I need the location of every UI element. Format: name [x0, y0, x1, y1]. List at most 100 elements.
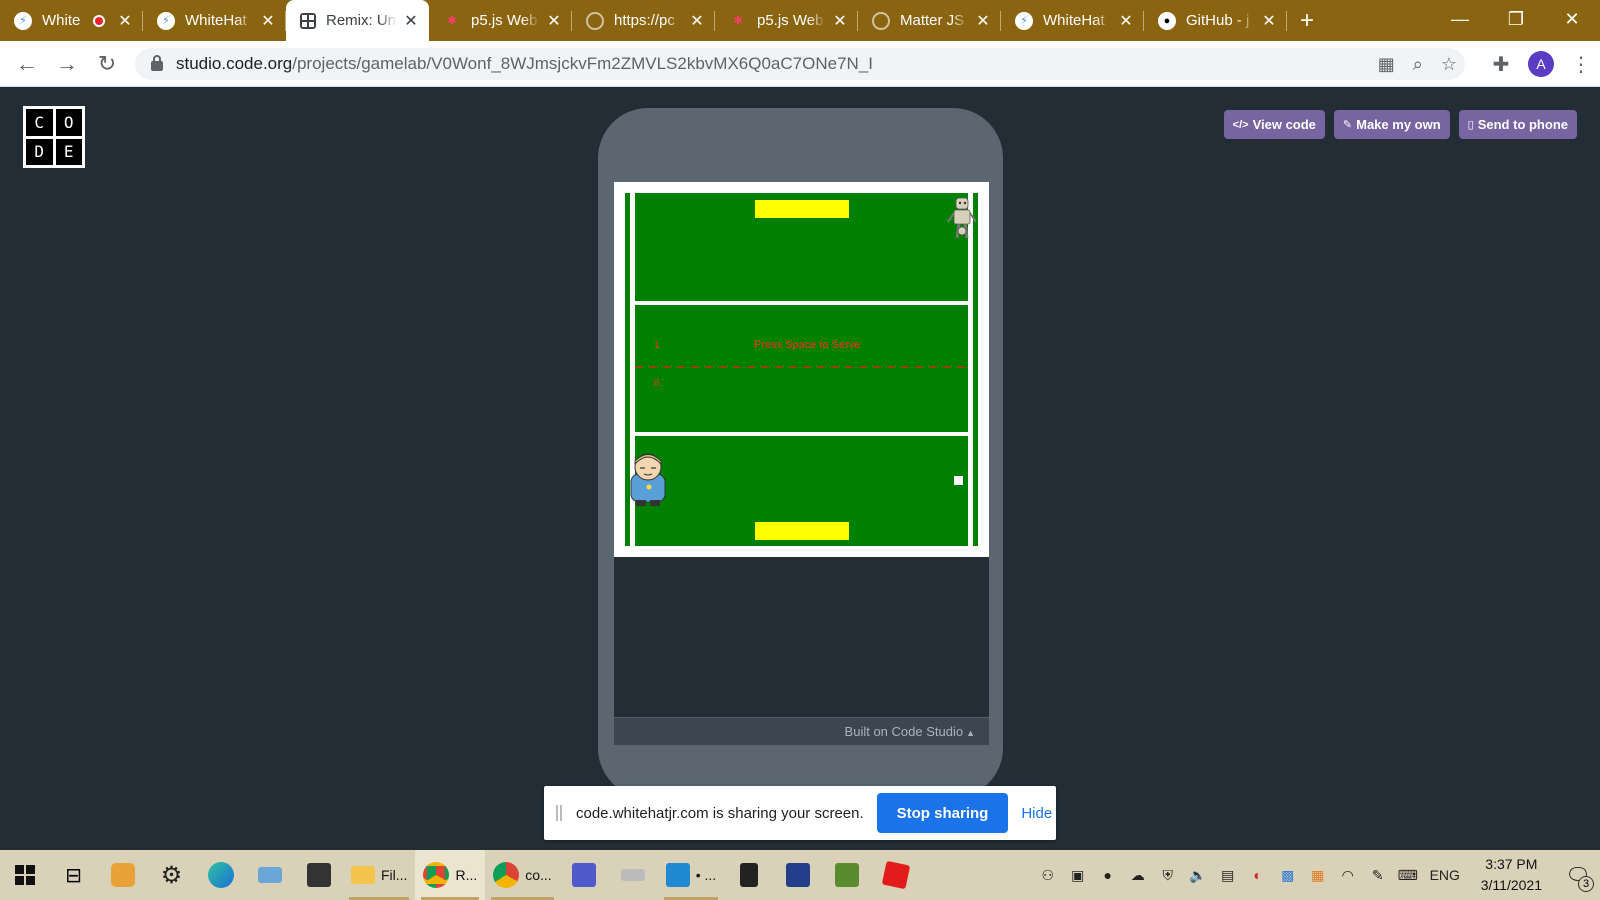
p5js-star-icon: ✱ — [733, 15, 743, 27]
menu-kebab-icon[interactable]: ⋮ — [1562, 52, 1600, 77]
restore-icon[interactable]: ❐ — [1488, 0, 1544, 41]
tab-whitehat-3[interactable]: ⚡ WhiteHat ✕ — [1001, 0, 1144, 41]
tab-whitehat-1[interactable]: ⚡ White ✕ — [0, 0, 143, 41]
start-windows-icon[interactable] — [0, 850, 49, 900]
kid-sprite — [630, 453, 666, 506]
wifi-icon[interactable]: ◠ — [1333, 867, 1363, 884]
close-icon[interactable]: ✕ — [1261, 11, 1277, 31]
close-icon[interactable]: ✕ — [689, 11, 705, 31]
tab-whitehat-2[interactable]: ⚡ WhiteHat ✕ — [143, 0, 286, 41]
tab-p5js-2[interactable]: ✱ p5.js Web ✕ — [715, 0, 858, 41]
taskbar-chrome-remix[interactable]: R... — [415, 850, 486, 900]
hide-link[interactable]: Hide — [1021, 805, 1052, 822]
taskbar-chrome-code[interactable]: co... — [485, 850, 559, 900]
new-tab-button[interactable]: + — [1287, 0, 1327, 41]
laptop-icon[interactable] — [245, 850, 294, 900]
whitehat-icon: ⚡ — [157, 11, 175, 30]
court-line — [620, 188, 983, 193]
bookmark-star-icon[interactable]: ☆ — [1441, 54, 1457, 75]
language-indicator[interactable]: ENG — [1423, 867, 1467, 883]
make-my-own-button[interactable]: ✎ Make my own — [1333, 110, 1450, 139]
tab-p5js-1[interactable]: ✱ p5.js Web ✕ — [429, 0, 572, 41]
stop-sharing-button[interactable]: Stop sharing — [876, 793, 1009, 833]
pen-icon[interactable]: ✎ — [1363, 867, 1393, 884]
extensions-icon[interactable]: ✚ — [1482, 52, 1520, 77]
tab-title: https://pc — [614, 12, 675, 29]
court-line — [635, 432, 968, 436]
microphone-icon[interactable]: ● — [1093, 867, 1123, 883]
close-icon[interactable]: ✕ — [403, 11, 419, 31]
tab-https[interactable]: https://pc ✕ — [572, 0, 715, 41]
amazon-music-icon[interactable] — [773, 850, 822, 900]
code-icon: </> — [1232, 118, 1249, 131]
court-line — [978, 188, 983, 551]
people-icon[interactable]: ⚇ — [1033, 867, 1063, 884]
profile-avatar[interactable]: A — [1528, 51, 1554, 77]
tab-matterjs[interactable]: Matter JS ✕ — [858, 0, 1001, 41]
display-icon[interactable]: ▩ — [1273, 867, 1303, 884]
close-icon[interactable]: ✕ — [1118, 11, 1134, 31]
game-canvas[interactable]: 1 0 Press Space to Serve — [614, 182, 989, 557]
antivirus-icon[interactable]: ◐ — [1243, 867, 1273, 883]
globe-icon — [872, 11, 890, 30]
view-code-label: View code — [1252, 117, 1316, 132]
whitehat-icon: ⚡ — [1015, 11, 1033, 30]
qr-code-icon[interactable]: ▦ — [1378, 54, 1395, 75]
onedrive-icon[interactable]: ☁ — [1123, 867, 1153, 884]
share-message: code.whitehatjr.com is sharing your scre… — [576, 804, 864, 822]
back-icon[interactable]: ← — [14, 51, 40, 77]
code-org-logo[interactable]: C O D E — [23, 106, 85, 168]
make-my-own-label: Make my own — [1356, 117, 1441, 132]
meet-icon[interactable]: ▣ — [1063, 867, 1093, 884]
app-tray-icon[interactable]: ▦ — [1303, 867, 1333, 884]
taskbar-vscode[interactable]: • ... — [658, 850, 724, 900]
minimize-icon[interactable]: — — [1432, 0, 1488, 41]
tab-github[interactable]: ● GitHub - j ✕ — [1144, 0, 1287, 41]
close-icon[interactable]: ✕ — [832, 11, 848, 31]
close-window-icon[interactable]: ✕ — [1544, 0, 1600, 41]
roblox-icon[interactable] — [871, 850, 920, 900]
forward-icon[interactable]: → — [54, 51, 80, 77]
close-icon[interactable]: ✕ — [975, 11, 991, 31]
drive-icon[interactable] — [609, 850, 658, 900]
address-bar[interactable]: studio.code.org/projects/gamelab/V0Wonf_… — [135, 48, 1465, 80]
send-to-phone-button[interactable]: ▯ Send to phone — [1458, 110, 1577, 139]
chrome-icon — [423, 862, 450, 888]
notifications-icon[interactable]: 🗨 3 — [1556, 850, 1600, 900]
edit-icon: ✎ — [1342, 119, 1353, 131]
taskbar-app-label: co... — [525, 867, 552, 883]
keyboard-icon[interactable]: ⌨ — [1393, 867, 1423, 884]
office-icon[interactable] — [724, 850, 773, 900]
volume-icon[interactable]: 🔈 — [1183, 867, 1213, 884]
minecraft-icon[interactable] — [822, 850, 871, 900]
browser-tab-strip: ⚡ White ✕ ⚡ WhiteHat ✕ Remix: Un ✕ ✱ p5.… — [0, 0, 1600, 41]
url-host: studio.code.org — [176, 54, 293, 73]
media-player-icon[interactable] — [98, 850, 147, 900]
task-view-icon[interactable]: ⊟ — [49, 850, 98, 900]
built-on-code-studio[interactable]: Built on Code Studio ▲ — [614, 717, 989, 745]
teams-icon[interactable] — [560, 850, 609, 900]
tab-title: WhiteHat — [1043, 12, 1105, 29]
reload-icon[interactable]: ↻ — [94, 51, 120, 77]
clock[interactable]: 3:37 PM 3/11/2021 — [1481, 854, 1542, 896]
logo-letter: E — [55, 138, 82, 165]
view-code-button[interactable]: </> View code — [1223, 110, 1325, 139]
tab-remix-active[interactable]: Remix: Un ✕ — [286, 0, 429, 41]
close-icon[interactable]: ✕ — [117, 11, 133, 31]
close-icon[interactable]: ✕ — [260, 11, 276, 31]
tab-title: Remix: Un — [326, 12, 397, 29]
close-icon[interactable]: ✕ — [546, 11, 562, 31]
court-line — [620, 188, 625, 551]
settings-gear-icon[interactable]: ⚙ — [147, 850, 196, 900]
network-adapter-icon[interactable]: ▤ — [1213, 867, 1243, 884]
store-bag-icon[interactable] — [294, 850, 343, 900]
zoom-icon[interactable]: ⌕ — [1413, 54, 1423, 75]
logo-letter: D — [26, 138, 53, 165]
url-path: /projects/gamelab/V0Wonf_8WJmsjckvFm2ZMV… — [292, 54, 873, 73]
edge-icon[interactable] — [196, 850, 245, 900]
defender-icon[interactable]: ⛨ — [1153, 867, 1183, 884]
project-actions: </> View code ✎ Make my own ▯ Send to ph… — [1223, 110, 1577, 139]
taskbar-file-explorer[interactable]: Fil... — [343, 850, 415, 900]
caret-up-icon: ▲ — [966, 728, 975, 738]
drag-handle-icon[interactable] — [556, 805, 562, 821]
